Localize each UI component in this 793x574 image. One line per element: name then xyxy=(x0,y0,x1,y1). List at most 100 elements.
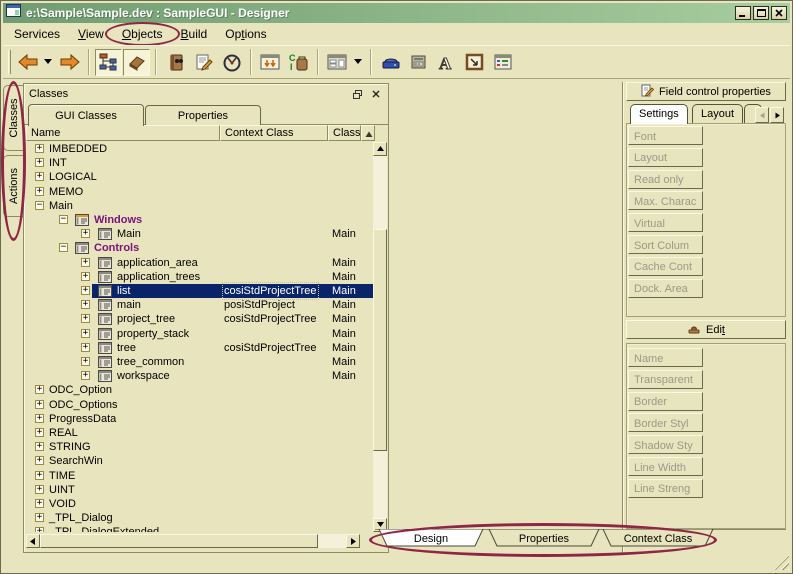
tree-row-ProgressData[interactable]: +ProgressData xyxy=(26,412,374,426)
resize-grip[interactable] xyxy=(774,555,789,570)
tab-gui-classes[interactable]: GUI Classes xyxy=(28,104,144,126)
vertical-scrollbar[interactable] xyxy=(373,142,387,532)
tree-row-REAL[interactable]: +REAL xyxy=(26,426,374,440)
tree-row-LOGICAL[interactable]: +LOGICAL xyxy=(26,170,374,184)
style-button-line-streng[interactable]: Line Streng xyxy=(628,479,703,498)
settings-button-sort-colum[interactable]: Sort Colum xyxy=(628,235,703,254)
column-header-name[interactable]: Name xyxy=(26,125,220,141)
tree-row-MEMO[interactable]: +MEMO xyxy=(26,185,374,199)
menu-services[interactable]: Services xyxy=(5,25,69,43)
tree-row-_TPL_DialogExtended[interactable]: +_TPL_DialogExtended xyxy=(26,525,374,532)
tree-row-Windows[interactable]: −Windows xyxy=(26,213,374,227)
expand-box[interactable]: + xyxy=(35,527,44,532)
horizontal-scrollbar[interactable] xyxy=(26,534,360,548)
vertical-scroll-thumb[interactable] xyxy=(373,229,387,451)
tree-row-INT[interactable]: +INT xyxy=(26,156,374,170)
tree-row-Controls[interactable]: −Controls xyxy=(26,241,374,255)
side-tab-actions[interactable]: Actions xyxy=(3,155,23,217)
expand-box[interactable]: + xyxy=(35,442,44,451)
collapse-box[interactable]: − xyxy=(35,201,44,210)
tree-row-_TPL_Dialog[interactable]: +_TPL_Dialog xyxy=(26,511,374,525)
tree-row-property_stack[interactable]: +property_stackMain xyxy=(26,327,374,341)
tab-layout[interactable]: Layout xyxy=(692,104,743,124)
tree-row-application_trees[interactable]: +application_treesMain xyxy=(26,270,374,284)
tree-row-UINT[interactable]: +UINT xyxy=(26,483,374,497)
expand-box[interactable]: + xyxy=(81,286,90,295)
style-button-border-styl[interactable]: Border Styl xyxy=(628,413,703,432)
panel-float-button[interactable] xyxy=(350,88,365,101)
collapse-box[interactable]: − xyxy=(59,243,68,252)
tree-row-TIME[interactable]: +TIME xyxy=(26,469,374,483)
tree-row-SearchWin[interactable]: +SearchWin xyxy=(26,454,374,468)
tab-context-class[interactable]: Context Class xyxy=(603,529,713,546)
tab-settings[interactable]: Settings xyxy=(630,104,688,124)
collapse-box[interactable]: − xyxy=(59,215,68,224)
minimize-button[interactable] xyxy=(735,6,751,20)
expand-box[interactable]: + xyxy=(35,471,44,480)
tree-row-Main[interactable]: +MainMain xyxy=(26,227,374,241)
toolbar-gripper[interactable] xyxy=(8,50,11,74)
tab-scroll-right-icon[interactable] xyxy=(770,107,784,123)
settings-button-dock-area[interactable]: Dock. Area xyxy=(628,279,703,298)
expand-box[interactable]: + xyxy=(35,158,44,167)
scroll-right-button[interactable] xyxy=(346,534,360,548)
expand-box[interactable]: + xyxy=(81,371,90,380)
tree-row-application_area[interactable]: +application_areaMain xyxy=(26,256,374,270)
expand-box[interactable]: + xyxy=(81,314,90,323)
scroll-up-button[interactable] xyxy=(373,142,387,156)
expand-box[interactable]: + xyxy=(81,258,90,267)
expand-box[interactable]: + xyxy=(35,428,44,437)
settings-button-font[interactable]: Font xyxy=(628,126,703,145)
tab-scroll-left-icon[interactable] xyxy=(755,107,769,123)
edit-button[interactable]: Edit xyxy=(626,320,786,339)
new-class-button[interactable]: CI xyxy=(285,49,312,76)
settings-button-cache-cont[interactable]: Cache Cont xyxy=(628,257,703,276)
expand-box[interactable]: + xyxy=(35,385,44,394)
style-button-line-width[interactable]: Line Width xyxy=(628,457,703,476)
tree-row-tree[interactable]: +treecosiStdProjectTreeMain xyxy=(26,341,374,355)
tree-row-ODC_Option[interactable]: +ODC_Option xyxy=(26,383,374,397)
expand-box[interactable]: + xyxy=(35,187,44,196)
column-header-context-class[interactable]: Context Class xyxy=(220,125,328,141)
horizontal-scroll-thumb[interactable] xyxy=(40,534,318,548)
library-book-button[interactable] xyxy=(162,49,189,76)
expand-box[interactable]: + xyxy=(35,513,44,522)
picture-frame-button[interactable] xyxy=(461,49,488,76)
printer-button[interactable] xyxy=(405,49,432,76)
import-window-button[interactable] xyxy=(257,49,284,76)
expand-box[interactable]: + xyxy=(81,272,90,281)
expand-box[interactable]: + xyxy=(35,144,44,153)
font-letter-button[interactable]: A xyxy=(433,49,460,76)
column-header-class[interactable]: Class xyxy=(328,125,361,141)
expand-box[interactable]: + xyxy=(35,485,44,494)
tree-row-ODC_Options[interactable]: +ODC_Options xyxy=(26,398,374,412)
expand-box[interactable]: + xyxy=(81,343,90,352)
tree-row-VOID[interactable]: +VOID xyxy=(26,497,374,511)
tree-row-tree_common[interactable]: +tree_commonMain xyxy=(26,355,374,369)
close-button[interactable] xyxy=(771,6,787,20)
tree-row-STRING[interactable]: +STRING xyxy=(26,440,374,454)
sort-ascending-icon[interactable] xyxy=(361,125,375,141)
expand-box[interactable]: + xyxy=(81,300,90,309)
disk-drive-button[interactable] xyxy=(377,49,404,76)
side-tab-classes[interactable]: Classes xyxy=(3,85,23,151)
style-button-name[interactable]: Name xyxy=(628,348,703,367)
form-select-button[interactable] xyxy=(324,49,351,76)
tab-design[interactable]: Design xyxy=(379,529,483,546)
tab-properties[interactable]: Properties xyxy=(145,105,261,125)
expand-box[interactable]: + xyxy=(35,172,44,181)
back-arrow-button[interactable] xyxy=(14,49,41,76)
tree-row-project_tree[interactable]: +project_treecosiStdProjectTreeMain xyxy=(26,312,374,326)
expand-box[interactable]: + xyxy=(35,414,44,423)
settings-button-read-only[interactable]: Read only xyxy=(628,170,703,189)
tree-row-workspace[interactable]: +workspaceMain xyxy=(26,369,374,383)
expand-box[interactable]: + xyxy=(81,329,90,338)
settings-button-max-charac[interactable]: Max. Charac xyxy=(628,191,703,210)
style-button-border[interactable]: Border xyxy=(628,392,703,411)
expand-box[interactable]: + xyxy=(35,456,44,465)
expand-box[interactable]: + xyxy=(81,229,90,238)
edit-document-button[interactable] xyxy=(190,49,217,76)
panel-splitter[interactable] xyxy=(622,82,624,553)
tree-row-Main[interactable]: −Main xyxy=(26,199,374,213)
settings-button-layout[interactable]: Layout xyxy=(628,148,703,167)
